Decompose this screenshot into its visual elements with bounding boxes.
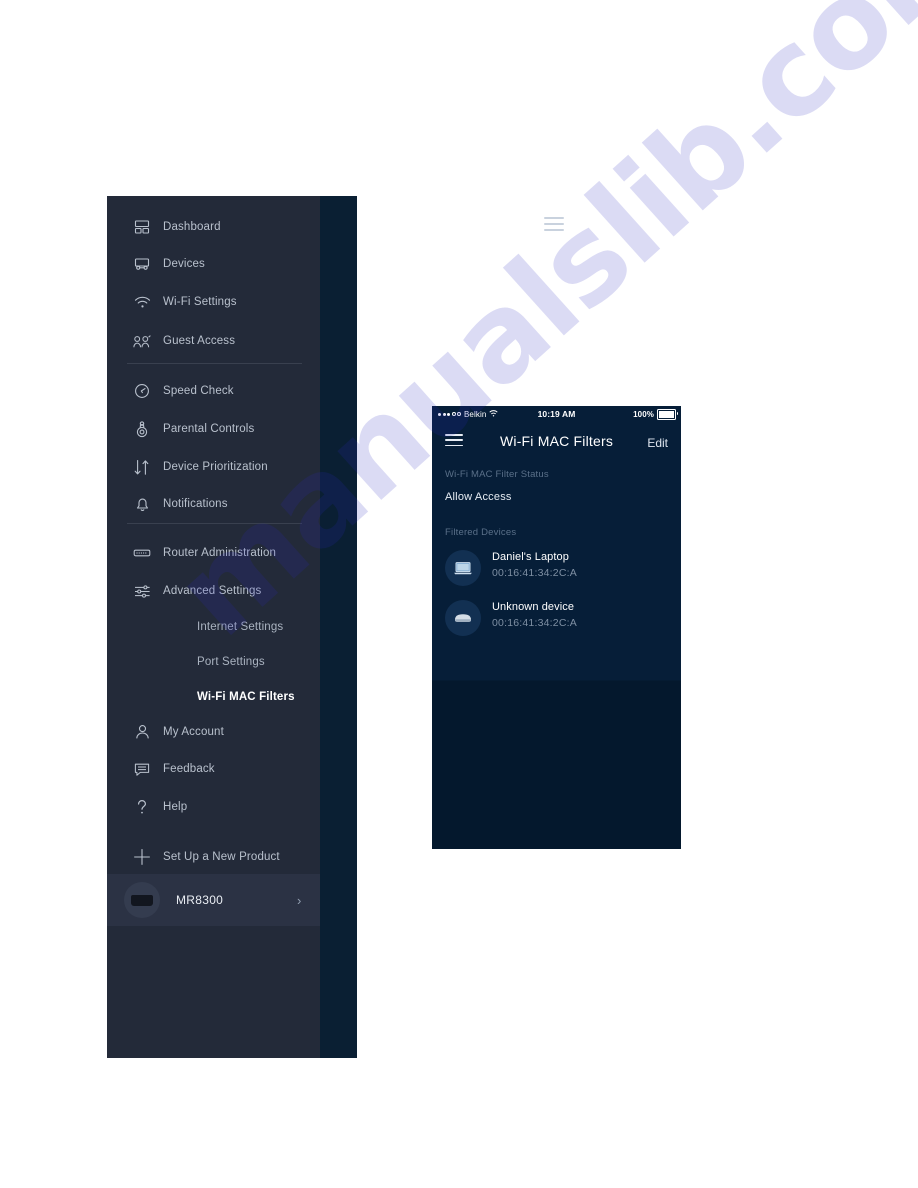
phone-status-bar: Belkin 10:19 AM 100% xyxy=(432,406,681,422)
sidebar-item-label: Router Administration xyxy=(163,547,277,559)
device-name: Daniel's Laptop xyxy=(492,551,569,563)
filter-status-value[interactable]: Allow Access xyxy=(445,491,512,503)
sidebar: Dashboard Devices Wi-Fi Settings Guest A… xyxy=(107,196,564,1058)
sidebar-item-devices[interactable]: Devices xyxy=(107,249,320,279)
feedback-icon xyxy=(131,758,153,780)
hamburger-icon[interactable] xyxy=(544,217,564,231)
sidebar-item-label: Notifications xyxy=(163,498,228,510)
device-mac-address: 00:16:41:34:2C:A xyxy=(492,567,577,579)
chevron-right-icon: › xyxy=(297,892,302,908)
unknown-device-icon xyxy=(445,600,481,636)
sidebar-item-label: Parental Controls xyxy=(163,423,255,435)
phone-mockup: Belkin 10:19 AM 100% Wi-Fi MAC Filters E… xyxy=(432,406,681,849)
router-name: MR8300 xyxy=(176,893,224,907)
sidebar-accent-strip xyxy=(320,196,564,1058)
sidebar-item-label: Dashboard xyxy=(163,221,221,233)
filtered-devices-label: Filtered Devices xyxy=(445,527,517,538)
list-item[interactable]: Daniel's Laptop 00:16:41:34:2C:A xyxy=(432,547,681,593)
sidebar-item-label: Advanced Settings xyxy=(163,585,262,597)
sidebar-item-label: Feedback xyxy=(163,763,215,775)
sidebar-item-internet-settings[interactable]: Internet Settings xyxy=(107,612,320,642)
page-title: Wi-Fi MAC Filters xyxy=(499,433,614,449)
sidebar-item-advanced-settings[interactable]: Advanced Settings xyxy=(107,576,320,606)
sidebar-item-feedback[interactable]: Feedback xyxy=(107,754,320,784)
device-prioritization-icon xyxy=(131,456,153,478)
sidebar-router-item[interactable]: MR8300 › xyxy=(107,874,320,926)
parental-controls-icon xyxy=(131,418,153,440)
device-name: Unknown device xyxy=(492,601,575,613)
my-account-icon xyxy=(131,721,153,743)
phone-screen: Belkin 10:19 AM 100% Wi-Fi MAC Filters E… xyxy=(432,406,681,849)
sidebar-item-label: Speed Check xyxy=(163,385,234,397)
sidebar-item-label: Guest Access xyxy=(163,335,236,347)
sidebar-item-parental-controls[interactable]: Parental Controls xyxy=(107,414,320,444)
devices-icon xyxy=(131,253,153,275)
sidebar-item-label: Port Settings xyxy=(197,656,265,668)
sidebar-divider xyxy=(127,363,302,364)
sidebar-item-device-prioritization[interactable]: Device Prioritization xyxy=(107,452,320,482)
sidebar-item-speed-check[interactable]: Speed Check xyxy=(107,376,320,406)
sidebar-item-set-up-new-product[interactable]: Set Up a New Product xyxy=(107,842,320,872)
status-bar-right: 100% xyxy=(633,408,678,420)
sidebar-item-wifi-mac-filters[interactable]: Wi-Fi MAC Filters xyxy=(107,682,320,712)
sidebar-item-label: Help xyxy=(163,801,188,813)
sidebar-item-guest-access[interactable]: Guest Access xyxy=(107,326,320,356)
dashboard-icon xyxy=(131,216,153,238)
battery-full-icon xyxy=(657,408,678,420)
plus-icon xyxy=(131,846,153,868)
sidebar-item-label: Internet Settings xyxy=(197,621,284,633)
wifi-icon xyxy=(131,291,153,313)
advanced-settings-icon xyxy=(131,580,153,602)
sidebar-item-port-settings[interactable]: Port Settings xyxy=(107,647,320,677)
sidebar-item-label: Set Up a New Product xyxy=(163,851,280,863)
sidebar-item-notifications[interactable]: Notifications xyxy=(107,489,320,519)
sidebar-item-label: Wi-Fi Settings xyxy=(163,296,237,308)
sidebar-item-label: Device Prioritization xyxy=(163,461,268,473)
sidebar-item-router-administration[interactable]: Router Administration xyxy=(107,538,320,568)
router-device-icon xyxy=(124,882,160,918)
phone-nav-bar: Wi-Fi MAC Filters Edit xyxy=(432,422,681,460)
list-item[interactable]: Unknown device 00:16:41:34:2C:A xyxy=(432,597,681,643)
sidebar-item-wifi-settings[interactable]: Wi-Fi Settings xyxy=(107,287,320,317)
help-icon xyxy=(131,796,153,818)
laptop-icon xyxy=(445,550,481,586)
speed-check-icon xyxy=(131,380,153,402)
sidebar-item-label: Devices xyxy=(163,258,205,270)
router-admin-icon xyxy=(131,542,153,564)
guest-access-icon xyxy=(131,330,153,352)
notifications-icon xyxy=(131,493,153,515)
sidebar-item-label: My Account xyxy=(163,726,224,738)
sidebar-item-dashboard[interactable]: Dashboard xyxy=(107,212,320,242)
sidebar-divider xyxy=(127,523,302,524)
edit-button[interactable]: Edit xyxy=(647,436,668,450)
sidebar-item-help[interactable]: Help xyxy=(107,792,320,822)
sidebar-item-label: Wi-Fi MAC Filters xyxy=(197,691,295,703)
battery-percent-label: 100% xyxy=(633,409,654,419)
sidebar-item-my-account[interactable]: My Account xyxy=(107,717,320,747)
device-mac-address: 00:16:41:34:2C:A xyxy=(492,617,577,629)
filter-status-label: Wi-Fi MAC Filter Status xyxy=(445,469,549,480)
